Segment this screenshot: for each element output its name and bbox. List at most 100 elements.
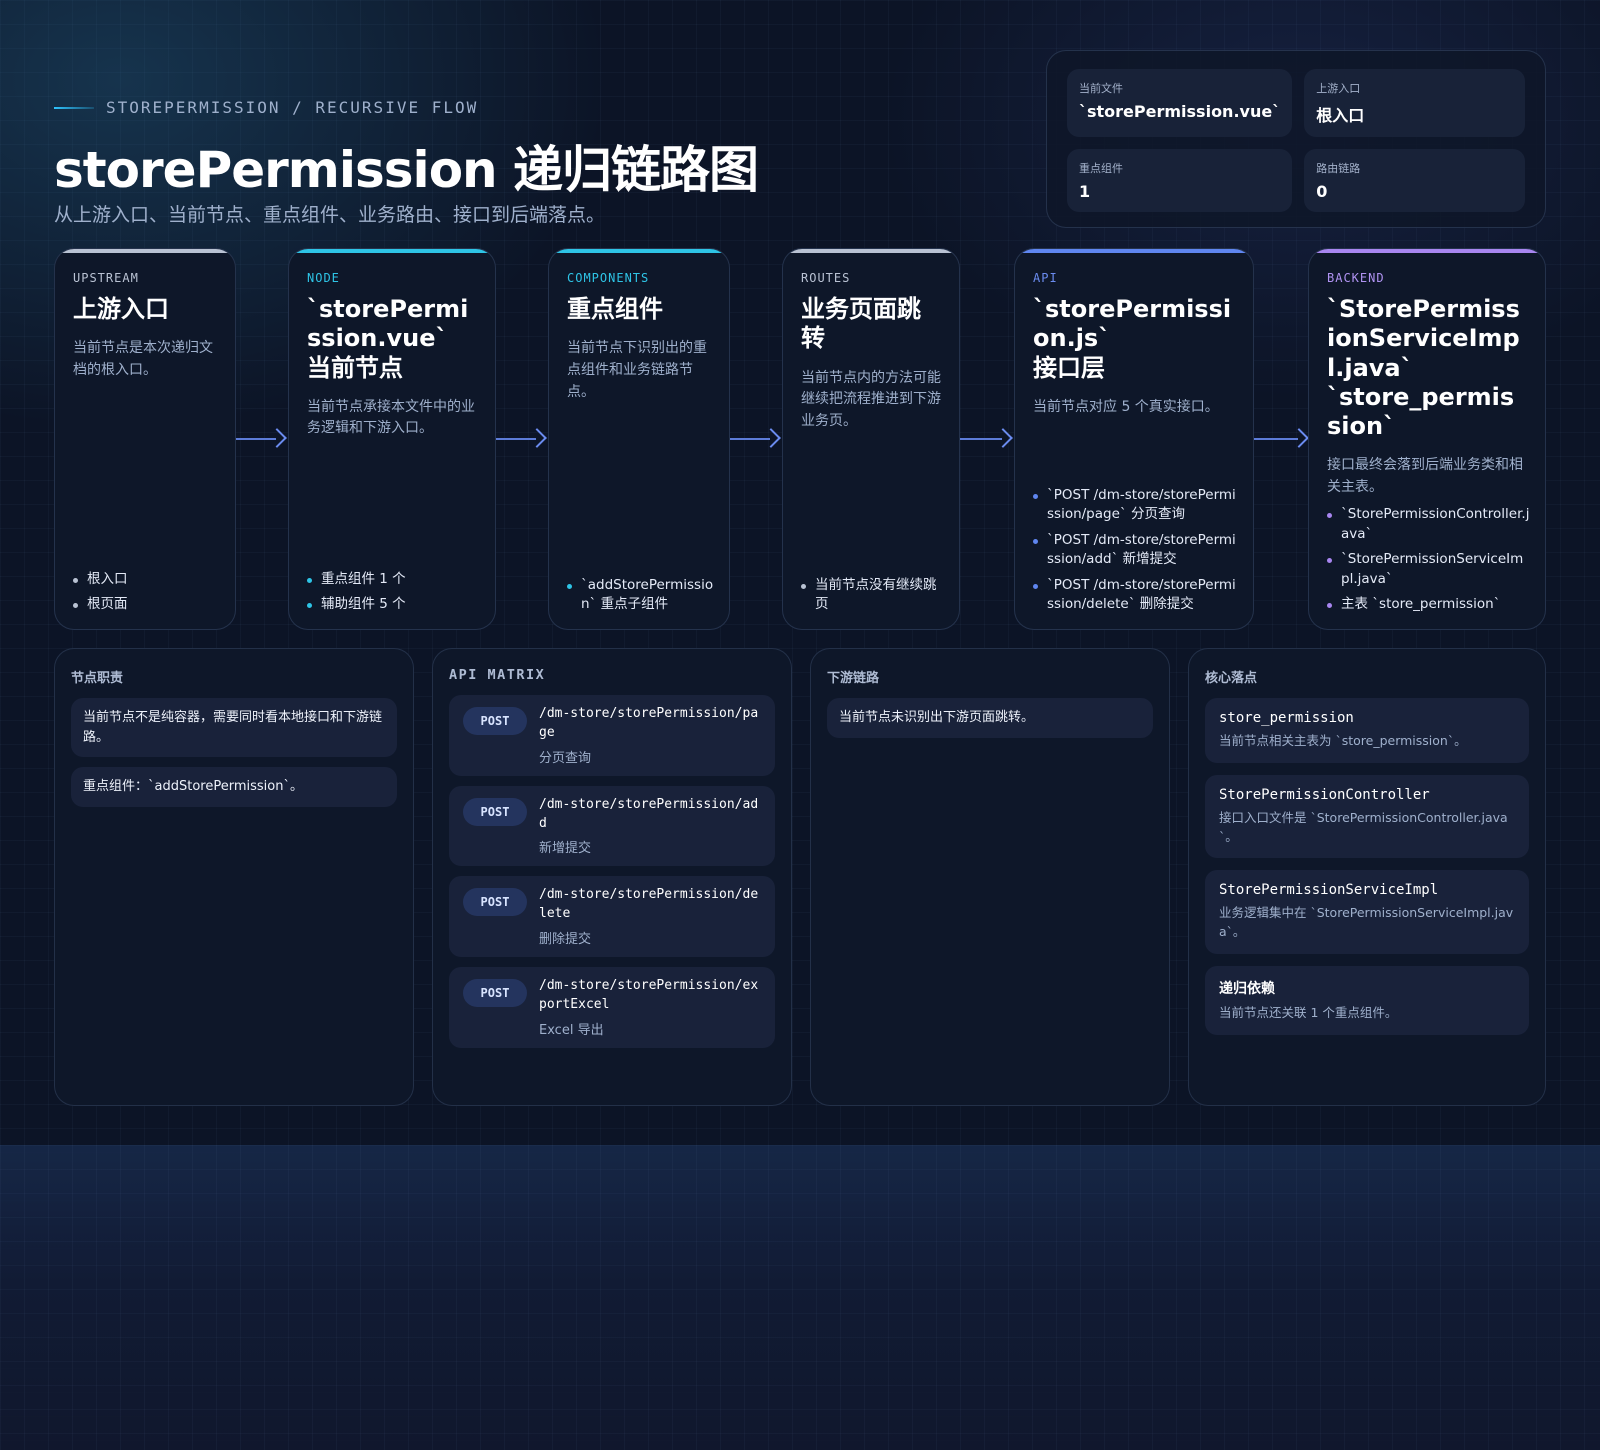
- panel-api-matrix: API MATRIX POST /dm-store/storePermissio…: [432, 648, 792, 1106]
- list-item: `addStorePermission` 重点子组件: [567, 576, 715, 615]
- core-desc: 接口入口文件是 `StorePermissionController.java`…: [1219, 809, 1508, 844]
- panel-core-landing: 核心落点 store_permission 当前节点相关主表为 `store_p…: [1188, 648, 1546, 1106]
- eyebrow-line: [54, 106, 94, 109]
- core-name: StorePermissionController: [1219, 786, 1430, 803]
- api-item: POST /dm-store/storePermission/add 新增提交: [449, 785, 775, 867]
- stat-label: 当前文件: [1079, 82, 1123, 95]
- stat-value: 根入口: [1316, 106, 1365, 125]
- stat-current-file: 当前文件 `storePermission.vue`: [1067, 69, 1293, 137]
- panel-downstream: 下游链路 当前节点未识别出下游页面跳转。: [810, 648, 1170, 1106]
- card-tag: ROUTES: [801, 271, 851, 285]
- core-desc: 业务逻辑集中在 `StorePermissionServiceImpl.java…: [1219, 905, 1514, 939]
- card-title: 业务页面跳转: [801, 295, 921, 353]
- card-title: `storePermission.js` 接口层: [1033, 295, 1232, 382]
- list-item: 根页面: [73, 595, 221, 615]
- card-tag: NODE: [307, 271, 340, 285]
- core-name: 递归依赖: [1219, 980, 1275, 997]
- stat-label: 重点组件: [1079, 162, 1123, 175]
- api-item: POST /dm-store/storePermission/page 分页查询: [449, 695, 775, 776]
- panel-title: 节点职责: [71, 671, 124, 686]
- arrow-head-icon: [1289, 428, 1309, 448]
- core-item: StorePermissionServiceImpl 业务逻辑集中在 `Stor…: [1205, 870, 1529, 954]
- page-subtitle: 从上游入口、当前节点、重点组件、业务路由、接口到后端落点。: [54, 204, 606, 226]
- list-item: 根入口: [73, 570, 221, 590]
- arrow-head-icon: [527, 428, 547, 448]
- list-item: 辅助组件 5 个: [307, 595, 481, 615]
- api-body: /dm-store/storePermission/delete 删除提交: [539, 886, 761, 947]
- api-path: /dm-store/storePermission/exportExcel: [539, 978, 759, 1012]
- arrow-head-icon: [267, 428, 287, 448]
- list-item: `POST /dm-store/storePermission/page` 分页…: [1033, 486, 1239, 525]
- card-desc: 接口最终会落到后端业务类和相关主表。: [1327, 457, 1523, 496]
- flow-arrow: [1254, 428, 1309, 448]
- panel-title: API MATRIX: [449, 667, 546, 683]
- core-desc: 当前节点相关主表为 `store_permission`。: [1219, 733, 1467, 748]
- core-name: store_permission: [1219, 710, 1354, 726]
- card-list: `StorePermissionController.java` `StoreP…: [1327, 499, 1531, 615]
- card-list: 根入口 根页面: [73, 564, 221, 615]
- list-item: 当前节点没有继续跳页: [801, 576, 945, 615]
- card-list: 重点组件 1 个 辅助组件 5 个: [307, 564, 481, 615]
- card-title: 重点组件: [567, 295, 663, 323]
- note-item: 当前节点不是纯容器，需要同时看本地接口和下游链路。: [71, 698, 397, 757]
- page-title: storePermission 递归链路图: [54, 141, 759, 199]
- stat-value: `storePermission.vue`: [1079, 102, 1281, 121]
- list-item: `StorePermissionController.java`: [1327, 505, 1531, 544]
- api-body: /dm-store/storePermission/add 新增提交: [539, 796, 761, 857]
- card-backend: BACKEND `StorePermissionServiceImpl.java…: [1308, 248, 1546, 630]
- method-badge: POST: [463, 797, 527, 826]
- note-item: 重点组件：`addStorePermission`。: [71, 767, 397, 807]
- flow-arrow: [730, 428, 781, 448]
- api-item: POST /dm-store/storePermission/exportExc…: [449, 967, 775, 1048]
- stat-value: 1: [1079, 182, 1091, 201]
- method-badge: POST: [463, 707, 527, 735]
- api-item: POST /dm-store/storePermission/delete 删除…: [449, 876, 775, 958]
- api-desc: 分页查询: [539, 750, 592, 766]
- card-desc: 当前节点对应 5 个真实接口。: [1033, 398, 1219, 415]
- api-body: /dm-store/storePermission/page 分页查询: [539, 705, 761, 766]
- api-path: /dm-store/storePermission/add: [539, 796, 759, 831]
- api-body: /dm-store/storePermission/exportExcel Ex…: [539, 977, 761, 1038]
- stat-value: 0: [1316, 182, 1328, 201]
- eyebrow-text: STOREPERMISSION / RECURSIVE FLOW: [106, 98, 479, 117]
- card-list: `POST /dm-store/storePermission/page` 分页…: [1033, 480, 1239, 615]
- stat-key-components: 重点组件 1: [1067, 149, 1293, 212]
- api-desc: 新增提交: [539, 841, 592, 857]
- flow-arrow: [960, 428, 1013, 448]
- card-list: 当前节点没有继续跳页: [801, 570, 945, 615]
- stat-label: 上游入口: [1316, 82, 1361, 95]
- card-list: `addStorePermission` 重点子组件: [567, 570, 715, 615]
- card-tag: BACKEND: [1327, 271, 1385, 285]
- card-desc: 当前节点下识别出的重点组件和业务链路节点。: [567, 340, 707, 400]
- card-upstream: UPSTREAM 上游入口 当前节点是本次递归文档的根入口。 根入口 根页面: [54, 248, 236, 630]
- eyebrow: STOREPERMISSION / RECURSIVE FLOW: [54, 98, 478, 117]
- core-item: StorePermissionController 接口入口文件是 `Store…: [1205, 774, 1529, 859]
- note-item: 当前节点未识别出下游页面跳转。: [827, 698, 1153, 738]
- stat-upstream: 上游入口 根入口: [1304, 69, 1525, 137]
- card-desc: 当前节点承接本文件中的业务逻辑和下游入口。: [307, 398, 475, 437]
- card-routes: ROUTES 业务页面跳转 当前节点内的方法可能继续把流程推进到下游业务页。 当…: [782, 248, 960, 630]
- api-desc: 删除提交: [539, 932, 592, 948]
- card-title: `storePermission.vue` 当前节点: [307, 295, 469, 382]
- panel-title: 下游链路: [827, 671, 880, 686]
- stat-routes: 路由链路 0: [1304, 149, 1525, 212]
- flow-arrow: [236, 428, 287, 448]
- card-api: API `storePermission.js` 接口层 当前节点对应 5 个真…: [1014, 248, 1254, 630]
- list-item: `StorePermissionServiceImpl.java`: [1327, 550, 1531, 589]
- card-components: COMPONENTS 重点组件 当前节点下识别出的重点组件和业务链路节点。 `a…: [548, 248, 730, 630]
- card-desc: 当前节点是本次递归文档的根入口。: [73, 340, 213, 378]
- arrow-head-icon: [761, 428, 781, 448]
- arrow-head-icon: [993, 428, 1013, 448]
- card-tag: API: [1033, 271, 1058, 285]
- list-item: `POST /dm-store/storePermission/delete` …: [1033, 576, 1239, 615]
- api-path: /dm-store/storePermission/delete: [539, 887, 759, 922]
- panel-node-duty: 节点职责 当前节点不是纯容器，需要同时看本地接口和下游链路。 重点组件：`add…: [54, 648, 414, 1106]
- card-title: 上游入口: [73, 295, 169, 323]
- card-desc: 当前节点内的方法可能继续把流程推进到下游业务页。: [801, 369, 941, 429]
- stats-panel: 当前文件 `storePermission.vue` 上游入口 根入口 重点组件…: [1046, 50, 1546, 228]
- card-tag: UPSTREAM: [73, 271, 139, 285]
- list-item: 主表 `store_permission`: [1327, 595, 1531, 615]
- list-item: `POST /dm-store/storePermission/add` 新增提…: [1033, 531, 1239, 570]
- api-desc: Excel 导出: [539, 1022, 604, 1038]
- method-badge: POST: [463, 888, 527, 917]
